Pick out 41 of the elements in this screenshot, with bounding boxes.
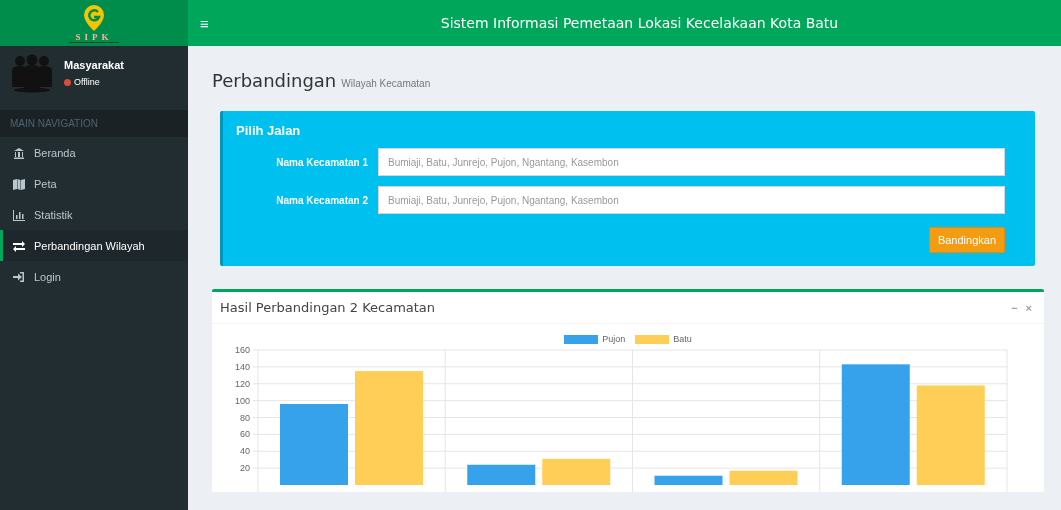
people-icon [10,53,54,93]
legend-label: Batu [673,334,692,344]
axis-tick-label: 100 [234,395,250,406]
logo-icon [83,3,105,32]
bar [542,458,611,485]
axis-tick-label: 140 [234,361,250,372]
nav-item[interactable]: Login [0,261,188,292]
axis-tick-label: 80 [240,412,250,423]
bar [467,464,536,485]
app-title: Sistem Informasi Pemetaan Lokasi Kecelakaan Kota Batu [439,15,840,31]
nav-item[interactable]: Beranda [0,137,188,168]
axis-tick-label: 60 [240,429,250,440]
input-field[interactable]: Bumiaji, Batu, Junrejo, Pujon, Ngantang, Kasembon [378,186,1005,214]
field-label: Nama Kecamatan 1 [275,156,369,168]
panel-title: Hasil Perbandingan 2 Kecamatan [220,300,437,315]
axis-tick-label: 120 [234,378,250,389]
input-field[interactable]: Bumiaji, Batu, Junrejo, Pujon, Ngantang, Kasembon [378,148,1005,176]
bank-icon [13,146,25,159]
page-subtitle: Wilayah Kecamatan [341,78,431,89]
panel-title: Pilih Jalan [236,123,302,138]
bar-chart-icon [13,208,25,221]
legend-swatch [564,334,599,344]
exchange-icon [13,239,25,252]
page-title: Perbandingan [212,70,337,91]
user-status: Offline [74,77,100,87]
field-label: Nama Kecamatan 2 [275,194,369,206]
section-label: MAIN NAVIGATION [0,110,188,137]
nav-item[interactable]: Statistik [0,199,188,230]
nav-item[interactable]: Perbandingan Wilayah [0,230,188,261]
legend-label: Pujon [602,334,626,344]
axis-tick-label: 20 [240,463,250,474]
user-name: Masyarakat [64,59,124,71]
logo-text: SIPK [69,31,119,43]
axis-tick-label: 160 [234,345,250,355]
axis-tick-label: 40 [240,446,250,457]
bar [654,475,723,485]
map-icon [13,177,25,190]
bar [729,470,798,485]
login-icon [13,270,25,283]
legend-swatch [635,334,670,344]
nav-item[interactable]: Peta [0,168,188,199]
